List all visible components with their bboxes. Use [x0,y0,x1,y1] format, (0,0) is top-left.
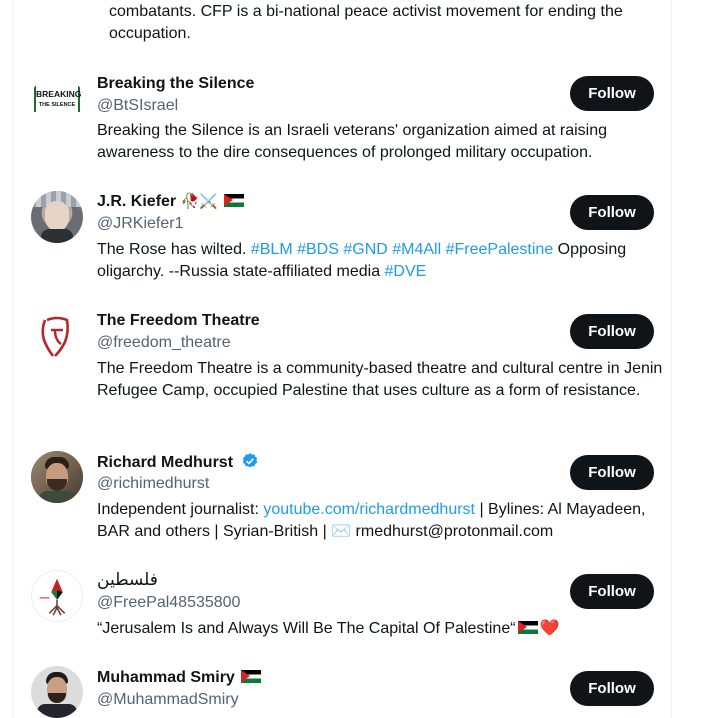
user-handle[interactable]: @freedom_theatre [97,333,231,353]
follow-button[interactable]: Follow [570,671,654,706]
follow-button[interactable]: Follow [570,574,654,609]
hashtag-link-dve[interactable]: #DVE [385,263,427,280]
follow-button[interactable]: Follow [570,195,654,230]
youtube-link[interactable]: youtube.com/richardmedhurst [263,501,475,518]
previous-bio-fragment: combatants. CFP is a bi-national peace a… [109,3,623,42]
heart-emoji: ❤️ [539,620,560,637]
palestine-flag-icon [240,670,261,683]
freedom-theatre-logo-icon [41,316,69,357]
rose-sword-emoji: 🥀⚔️ [180,193,218,210]
display-name[interactable]: The Freedom Theatre [97,311,260,331]
display-name[interactable]: Muhammad Smiry [97,668,261,688]
user-cell-jr-kiefer[interactable]: J.R. Kiefer 🥀⚔️ @JRKiefer1 The Rose has … [13,178,671,296]
user-bio: “Jerusalem Is and Always Will Be The Cap… [97,620,560,637]
palestine-flag-icon [517,621,538,634]
logo: BREAKING THE SILENCE [34,86,81,112]
display-name[interactable]: فلسطين [97,570,158,590]
follow-button[interactable]: Follow [570,76,654,111]
verified-badge-icon [243,453,258,468]
display-name[interactable]: Richard Medhurst [97,452,259,473]
user-handle[interactable]: @MuhammadSmiry [97,690,239,710]
user-cell-freedom-theatre[interactable]: The Freedom Theatre @freedom_theatre The… [13,297,671,438]
avatar[interactable]: BREAKING THE SILENCE [31,74,83,126]
palestine-tree-logo-icon [39,578,66,616]
user-handle[interactable]: @richimedhurst [97,474,209,494]
display-name[interactable]: Breaking the Silence [97,74,254,94]
user-bio: The Rose has wilted. #BLM #BDS #GND #M4A… [97,241,627,280]
avatar[interactable] [31,191,83,243]
user-bio: Independent journalist: youtube.com/rich… [97,501,646,540]
follow-button[interactable]: Follow [570,314,654,349]
user-handle[interactable]: @JRKiefer1 [97,214,184,234]
hashtag-links[interactable]: #BLM #BDS #GND #M4All #FreePalestine [251,241,553,258]
user-bio: The Freedom Theatre is a community-based… [97,360,663,399]
avatar[interactable] [31,451,83,503]
palestine-flag-icon [223,194,244,207]
avatar[interactable] [31,310,83,362]
follow-list-column: combatants. CFP is a bi-national peace a… [12,0,672,718]
user-handle[interactable]: @BtSIsrael [97,96,178,116]
avatar[interactable] [31,570,83,622]
user-cell-breaking-the-silence[interactable]: BREAKING THE SILENCE Breaking the Silenc… [13,60,671,178]
user-cell-muhammad-smiry[interactable]: Muhammad Smiry @MuhammadSmiry Follow [13,652,671,718]
avatar[interactable] [31,666,83,718]
follow-button[interactable]: Follow [570,455,654,490]
user-cell-freepal[interactable]: فلسطين @FreePal48535800 “Jerusalem Is an… [13,556,671,652]
display-name[interactable]: J.R. Kiefer 🥀⚔️ [97,192,244,212]
user-bio: Breaking the Silence is an Israeli veter… [97,122,607,161]
user-handle[interactable]: @FreePal48535800 [97,593,240,613]
user-cell-richard-medhurst[interactable]: Richard Medhurst @richimedhurst Independ… [13,438,671,556]
